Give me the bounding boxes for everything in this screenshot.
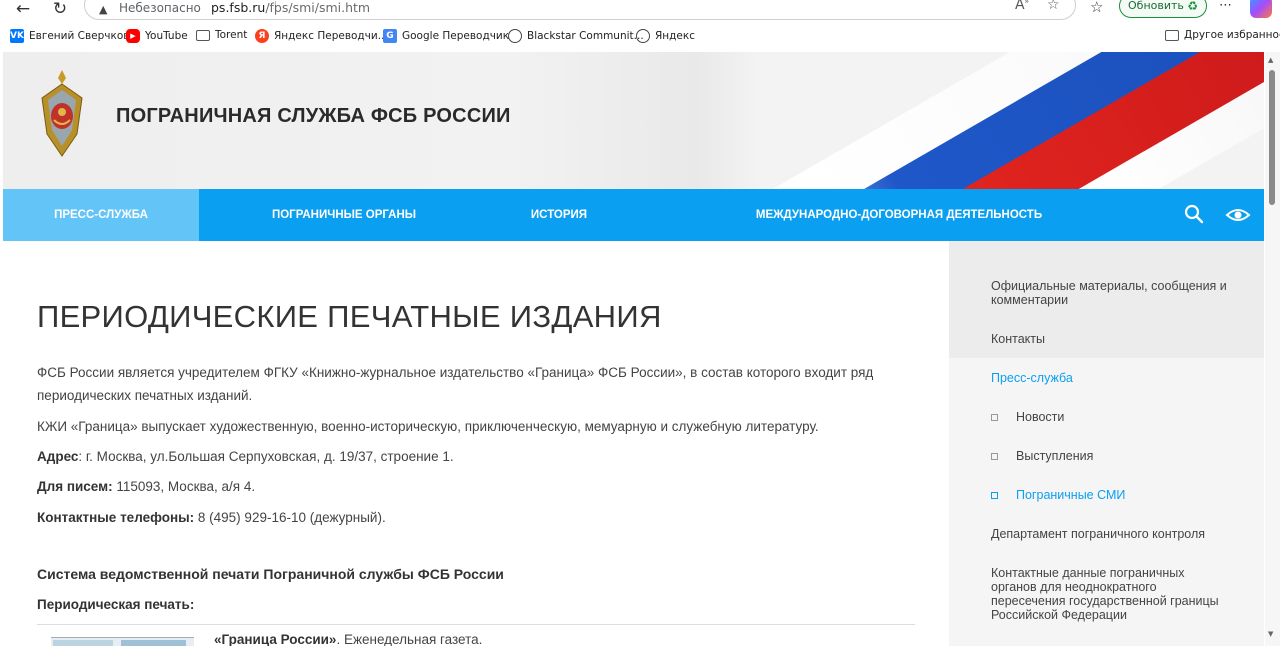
bookmark-item[interactable]: Blackstar Communit...	[508, 29, 644, 43]
folder-icon	[1165, 29, 1179, 41]
scroll-down-icon[interactable]: ▼	[1268, 630, 1273, 638]
phones-line: Контактные телефоны: 8 (495) 929-16-10 (…	[37, 506, 386, 529]
url-path: /fps/smi/smi.htm	[265, 0, 371, 15]
bookmark-item[interactable]: Torent	[196, 29, 247, 41]
publication-caption: «Граница России». Еженедельная газета.	[214, 632, 482, 646]
url-field[interactable]: ▲ Небезопасно ps.fsb.ru/fps/smi/smi.htm …	[84, 0, 1076, 20]
site-title[interactable]: ПОГРАНИЧНАЯ СЛУЖБА ФСБ РОССИИ	[116, 105, 511, 128]
other-bookmarks[interactable]: Другое избранное	[1165, 29, 1280, 41]
bullet-square-icon	[991, 492, 998, 499]
nav-item-history[interactable]: ИСТОРИЯ	[489, 189, 629, 241]
favorites-icon[interactable]: ☆	[1090, 0, 1103, 16]
main-navigation: ПРЕСС-СЛУЖБА ПОГРАНИЧНЫЕ ОРГАНЫ ИСТОРИЯ …	[3, 189, 1264, 241]
address-bar-row: ← ↻ ▲ Небезопасно ps.fsb.ru/fps/smi/smi.…	[0, 0, 1280, 22]
intro-paragraph-line: ФСБ России является учредителем ФГКУ «Кн…	[37, 365, 874, 380]
search-icon[interactable]	[1183, 203, 1205, 225]
bullet-square-icon	[991, 453, 998, 460]
update-icon: ♻	[1187, 0, 1198, 13]
bookmark-label: Google Переводчик	[402, 30, 510, 42]
update-label: Обновить	[1128, 0, 1184, 12]
google-translate-icon: G	[383, 29, 397, 43]
sidebar-subitem-speeches[interactable]: Выступления	[1016, 449, 1093, 463]
bookmark-label: YouTube	[145, 30, 188, 42]
fsb-emblem-icon	[41, 70, 83, 157]
phones-label: Контактные телефоны:	[37, 510, 195, 525]
youtube-icon: ▶	[126, 29, 140, 43]
address-value: : г. Москва, ул.Большая Серпуховская, д.…	[78, 449, 454, 464]
bookmark-item[interactable]: ▶ YouTube	[126, 29, 188, 43]
site-header: ПОГРАНИЧНАЯ СЛУЖБА ФСБ РОССИИ	[3, 52, 1264, 189]
bookmarks-bar: VK Евгений Сверчков ▶ YouTube Torent Я Янде…	[0, 26, 1280, 48]
periodic-label: Периодическая печать:	[37, 597, 195, 612]
sidebar-subitem-border-media[interactable]: Пограничные СМИ	[1016, 488, 1125, 502]
url-text[interactable]: ps.fsb.ru/fps/smi/smi.htm	[211, 0, 370, 15]
nav-item-international[interactable]: МЕЖДУНАРОДНО-ДОГОВОРНАЯ ДЕЯТЕЛЬНОСТЬ	[629, 189, 1169, 241]
read-aloud-icon[interactable]: A»	[1015, 0, 1029, 13]
bookmark-label: Евгений Сверчков	[29, 30, 130, 42]
address-label: Адрес	[37, 449, 79, 464]
bookmark-item[interactable]: Яндекс	[636, 29, 695, 43]
scrollbar-thumb[interactable]	[1269, 70, 1275, 205]
page-title: ПЕРИОДИЧЕСКИЕ ПЕЧАТНЫЕ ИЗДАНИЯ	[37, 299, 662, 334]
divider	[37, 624, 915, 625]
bookmark-label: Torent	[215, 29, 248, 41]
page-scrollbar[interactable]: ▲ ▼	[1265, 52, 1280, 646]
kzhi-paragraph: КЖИ «Граница» выпускает художественную, …	[37, 419, 819, 434]
other-bookmarks-label: Другое избранное	[1184, 29, 1280, 41]
scroll-up-icon[interactable]: ▲	[1268, 56, 1273, 64]
mail-label: Для писем:	[37, 479, 113, 494]
bullet-square-icon	[991, 414, 998, 421]
main-content: ПЕРИОДИЧЕСКИЕ ПЕЧАТНЫЕ ИЗДАНИЯ ФСБ Росси…	[3, 241, 949, 646]
back-arrow-icon[interactable]: ←	[12, 0, 34, 20]
url-host: ps.fsb.ru	[211, 0, 266, 15]
copilot-icon[interactable]	[1250, 0, 1272, 18]
more-menu-icon[interactable]: ⋯	[1219, 0, 1232, 13]
sidebar-item-border-control-dept[interactable]: Департамент пограничного контроля	[991, 527, 1241, 541]
sidebar-item-contact-data[interactable]: Контактные данные пограничных органов дл…	[991, 566, 1231, 622]
sidebar-subitem-news[interactable]: Новости	[1016, 410, 1064, 424]
web-page: ПОГРАНИЧНАЯ СЛУЖБА ФСБ РОССИИ ПРЕСС-СЛУЖ…	[3, 52, 1264, 646]
nav-item-border-agencies[interactable]: ПОГРАНИЧНЫЕ ОРГАНЫ	[199, 189, 489, 241]
sidebar-item-contacts[interactable]: Контакты	[991, 332, 1241, 346]
sidebar: Официальные материалы, сообщения и комме…	[949, 241, 1264, 646]
section-subheading: Система ведомственной печати Пограничной…	[37, 566, 504, 582]
sidebar-item-press-service[interactable]: Пресс-служба	[991, 371, 1241, 385]
bookmark-item[interactable]: Я Яндекс Переводчи...	[255, 29, 388, 43]
mail-line: Для писем: 115093, Москва, а/я 4.	[37, 475, 255, 498]
publication-desc: . Еженедельная газета.	[336, 632, 483, 646]
bookmark-label: Яндекс	[655, 30, 695, 42]
nav-item-press-service[interactable]: ПРЕСС-СЛУЖБА	[3, 189, 199, 241]
warning-icon[interactable]: ▲	[99, 3, 107, 16]
yandex-translate-icon: Я	[255, 29, 269, 43]
address-line: Адрес: г. Москва, ул.Большая Серпуховска…	[37, 445, 454, 468]
publication-title[interactable]: «Граница России»	[214, 632, 336, 646]
favorite-star-icon[interactable]: ☆	[1047, 0, 1060, 13]
mail-value: 115093, Москва, а/я 4.	[112, 479, 256, 494]
folder-icon	[196, 29, 210, 41]
bookmark-label: Яндекс Переводчи...	[274, 30, 388, 42]
vk-icon: VK	[10, 29, 24, 43]
phones-value: 8 (495) 929-16-10 (дежурный).	[194, 510, 386, 525]
bookmark-item[interactable]: G Google Переводчик	[383, 29, 509, 43]
insecure-label: Небезопасно	[119, 1, 201, 15]
update-button[interactable]: Обновить ♻	[1119, 0, 1207, 18]
globe-icon	[636, 29, 650, 43]
globe-icon	[508, 29, 522, 43]
newspaper-thumbnail[interactable]	[51, 637, 194, 646]
bookmark-item[interactable]: VK Евгений Сверчков	[10, 29, 129, 43]
bookmark-label: Blackstar Communit...	[527, 30, 644, 42]
sidebar-item-official-materials[interactable]: Официальные материалы, сообщения и комме…	[991, 279, 1241, 307]
accessibility-eye-icon[interactable]	[1225, 205, 1251, 225]
intro-paragraph-line: периодических печатных изданий.	[37, 388, 253, 403]
reload-icon[interactable]: ↻	[49, 0, 71, 20]
